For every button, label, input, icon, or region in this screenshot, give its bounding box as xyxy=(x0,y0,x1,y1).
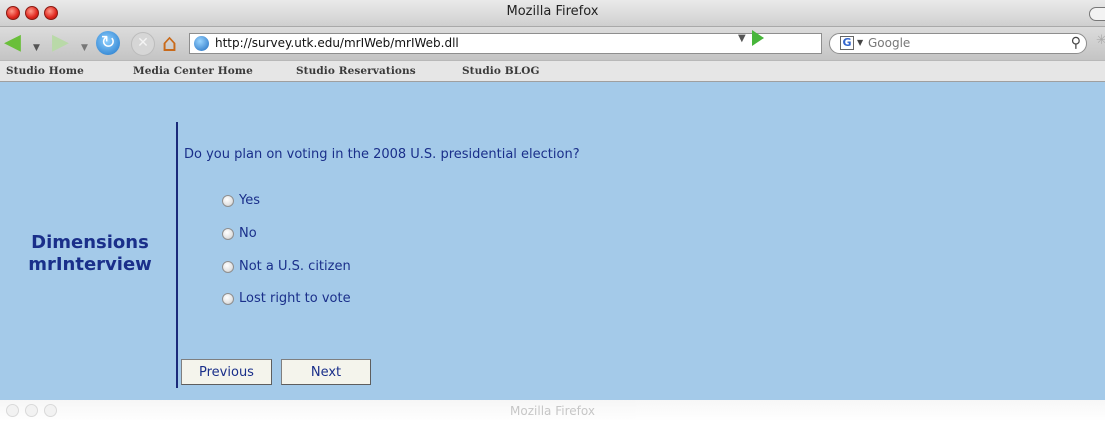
activity-spinner-icon: ✳ xyxy=(1096,33,1105,48)
bookmark-media-center-home[interactable]: Media Center Home xyxy=(133,65,253,77)
bookmarks-toolbar: Studio Home Media Center Home Studio Res… xyxy=(0,60,1105,82)
option-label-yes[interactable]: Yes xyxy=(239,193,260,208)
window-title: Mozilla Firefox xyxy=(506,4,599,19)
google-engine-icon[interactable]: G xyxy=(840,36,854,50)
home-icon[interactable]: ⌂ xyxy=(162,31,177,55)
bookmark-studio-reservations[interactable]: Studio Reservations xyxy=(296,65,416,77)
radio-no[interactable] xyxy=(222,228,234,240)
radio-yes[interactable] xyxy=(222,195,234,207)
back-history-dropdown-icon[interactable]: ▼ xyxy=(33,36,40,60)
previous-button[interactable]: Previous xyxy=(181,359,272,385)
radio-lost-right[interactable] xyxy=(222,293,234,305)
toolbar-toggle-button[interactable] xyxy=(1089,7,1105,21)
question-text: Do you plan on voting in the 2008 U.S. p… xyxy=(184,147,580,162)
survey-page: Dimensions mrInterview Do you plan on vo… xyxy=(0,82,1105,400)
option-label-no[interactable]: No xyxy=(239,226,257,241)
divider-line xyxy=(176,122,178,388)
magnifier-icon[interactable]: ⚲ xyxy=(1071,35,1081,51)
window-reflection: Mozilla Firefox xyxy=(0,400,1105,421)
search-engine-dropdown-icon[interactable]: ▼ xyxy=(857,38,863,47)
brand-logo: Dimensions mrInterview xyxy=(10,232,170,276)
next-button[interactable]: Next xyxy=(281,359,371,385)
radio-not-citizen[interactable] xyxy=(222,261,234,273)
forward-arrow-icon[interactable]: ▶ xyxy=(52,31,69,55)
reload-icon[interactable]: ↻ xyxy=(96,31,120,55)
url-text[interactable]: http://survey.utk.edu/mrIWeb/mrIWeb.dll xyxy=(215,36,459,50)
forward-history-dropdown-icon[interactable]: ▼ xyxy=(81,36,88,60)
bookmark-studio-blog[interactable]: Studio BLOG xyxy=(462,65,540,77)
brand-line-1: Dimensions xyxy=(31,232,149,253)
brand-line-2: mrInterview xyxy=(28,254,152,275)
back-arrow-icon[interactable]: ◀ xyxy=(4,31,21,55)
title-bar: Mozilla Firefox xyxy=(0,0,1105,27)
go-arrow-icon[interactable] xyxy=(752,30,764,46)
navigation-toolbar: ◀ ▼ ▶ ▼ ↻ ✕ ⌂ http://survey.utk.edu/mrIW… xyxy=(0,27,1105,60)
bookmark-studio-home[interactable]: Studio Home xyxy=(6,65,84,77)
option-label-not-citizen[interactable]: Not a U.S. citizen xyxy=(239,259,351,274)
reflection-title: Mozilla Firefox xyxy=(510,404,595,418)
browser-window: Mozilla Firefox ◀ ▼ ▶ ▼ ↻ ✕ ⌂ http://sur… xyxy=(0,0,1105,400)
stop-icon[interactable]: ✕ xyxy=(131,32,155,56)
search-placeholder[interactable]: Google xyxy=(868,36,910,50)
option-label-lost-right[interactable]: Lost right to vote xyxy=(239,291,351,306)
url-history-dropdown-icon[interactable]: ▼ xyxy=(738,33,746,44)
address-bar[interactable]: http://survey.utk.edu/mrIWeb/mrIWeb.dll xyxy=(189,33,822,54)
site-globe-icon xyxy=(194,36,209,51)
search-box[interactable]: G ▼ Google ⚲ xyxy=(829,33,1087,54)
